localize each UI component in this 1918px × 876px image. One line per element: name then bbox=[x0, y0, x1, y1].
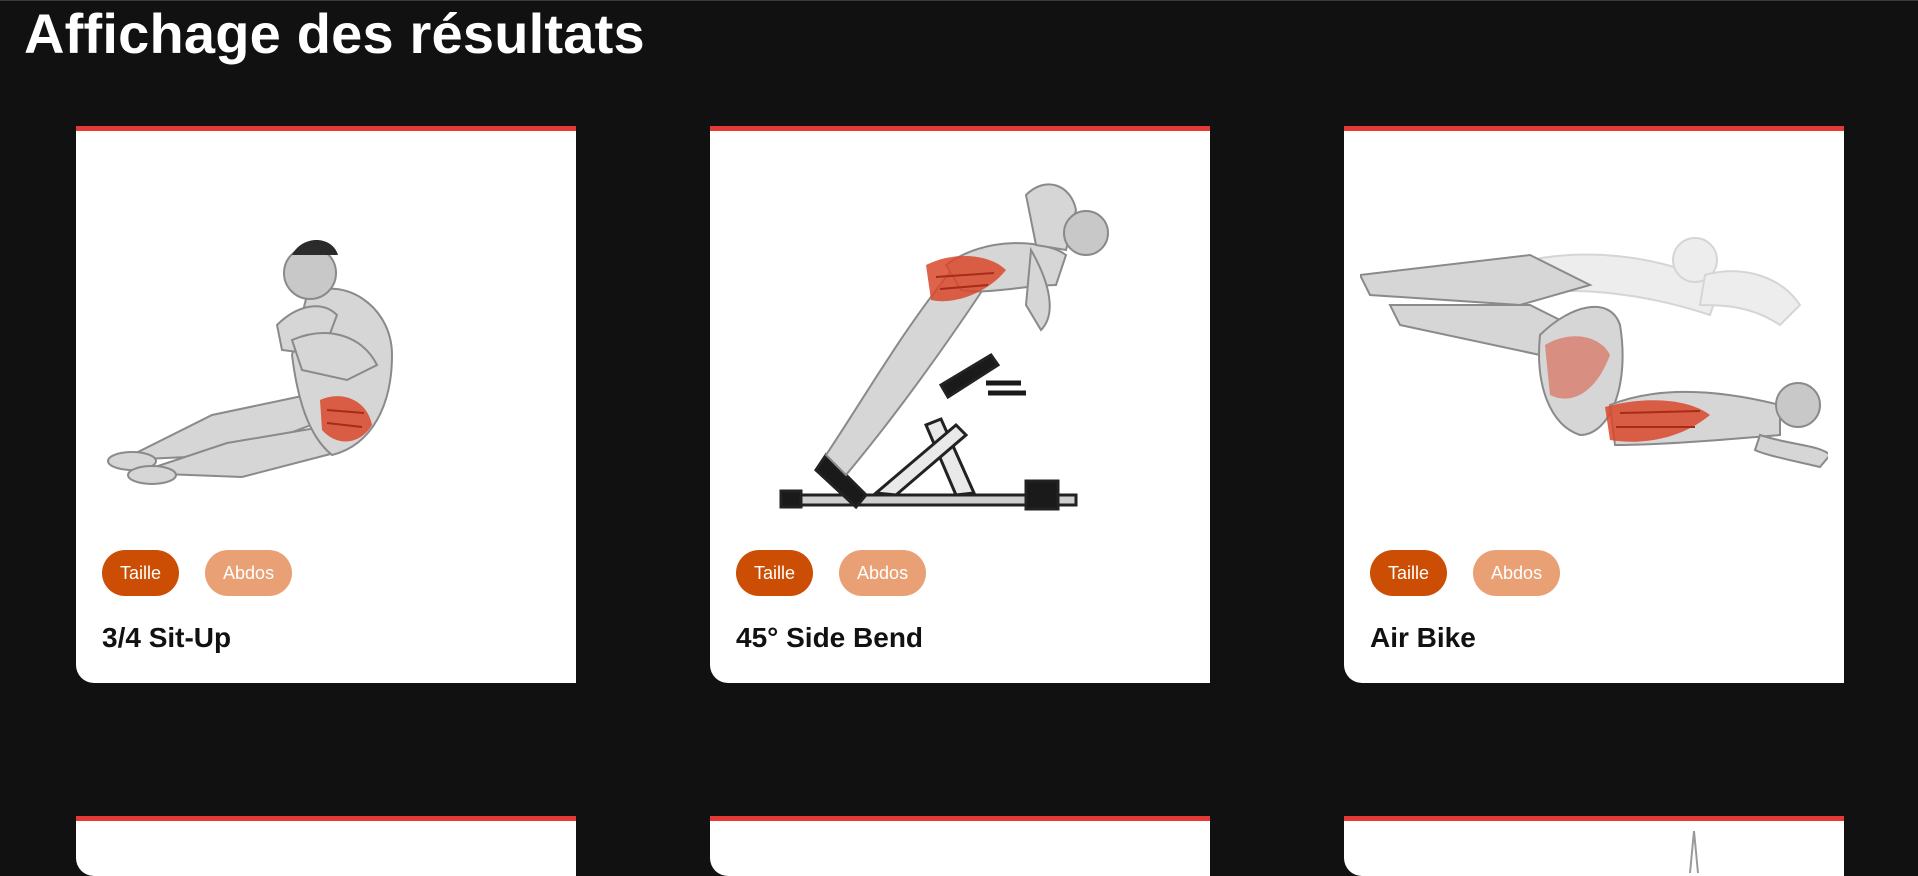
tag-abs[interactable]: Abdos bbox=[205, 550, 293, 596]
exercise-name[interactable]: 45° Side Bend bbox=[736, 621, 923, 655]
exercise-illustration-partial bbox=[1689, 831, 1699, 873]
tag-waist[interactable]: Taille bbox=[736, 550, 814, 596]
tag-abs[interactable]: Abdos bbox=[1473, 550, 1561, 596]
exercise-card[interactable]: Taille Abdos 45° Side Bend bbox=[710, 126, 1210, 683]
air-bike-illustration bbox=[1360, 237, 1828, 469]
exercise-card[interactable] bbox=[1344, 816, 1844, 876]
tag-abs[interactable]: Abdos bbox=[839, 550, 927, 596]
exercise-name[interactable]: Air Bike bbox=[1370, 621, 1476, 655]
side-bend-illustration bbox=[779, 183, 1109, 511]
exercise-card[interactable]: Taille Abdos 3/4 Sit-Up bbox=[76, 126, 576, 683]
sit-up-illustration bbox=[107, 240, 394, 485]
tag-list: Taille Abdos bbox=[102, 550, 293, 596]
exercise-card[interactable]: Taille Abdos Air Bike bbox=[1344, 126, 1844, 683]
tag-waist[interactable]: Taille bbox=[102, 550, 180, 596]
tag-waist[interactable]: Taille bbox=[1370, 550, 1448, 596]
exercise-grid: Taille Abdos 3/4 Sit-Up Taille Abdos 45°… bbox=[0, 0, 1918, 876]
tag-list: Taille Abdos bbox=[736, 550, 927, 596]
tag-list: Taille Abdos bbox=[1370, 550, 1561, 596]
exercise-name[interactable]: 3/4 Sit-Up bbox=[102, 621, 231, 655]
exercise-card[interactable] bbox=[710, 816, 1210, 876]
exercise-card[interactable] bbox=[76, 816, 576, 876]
